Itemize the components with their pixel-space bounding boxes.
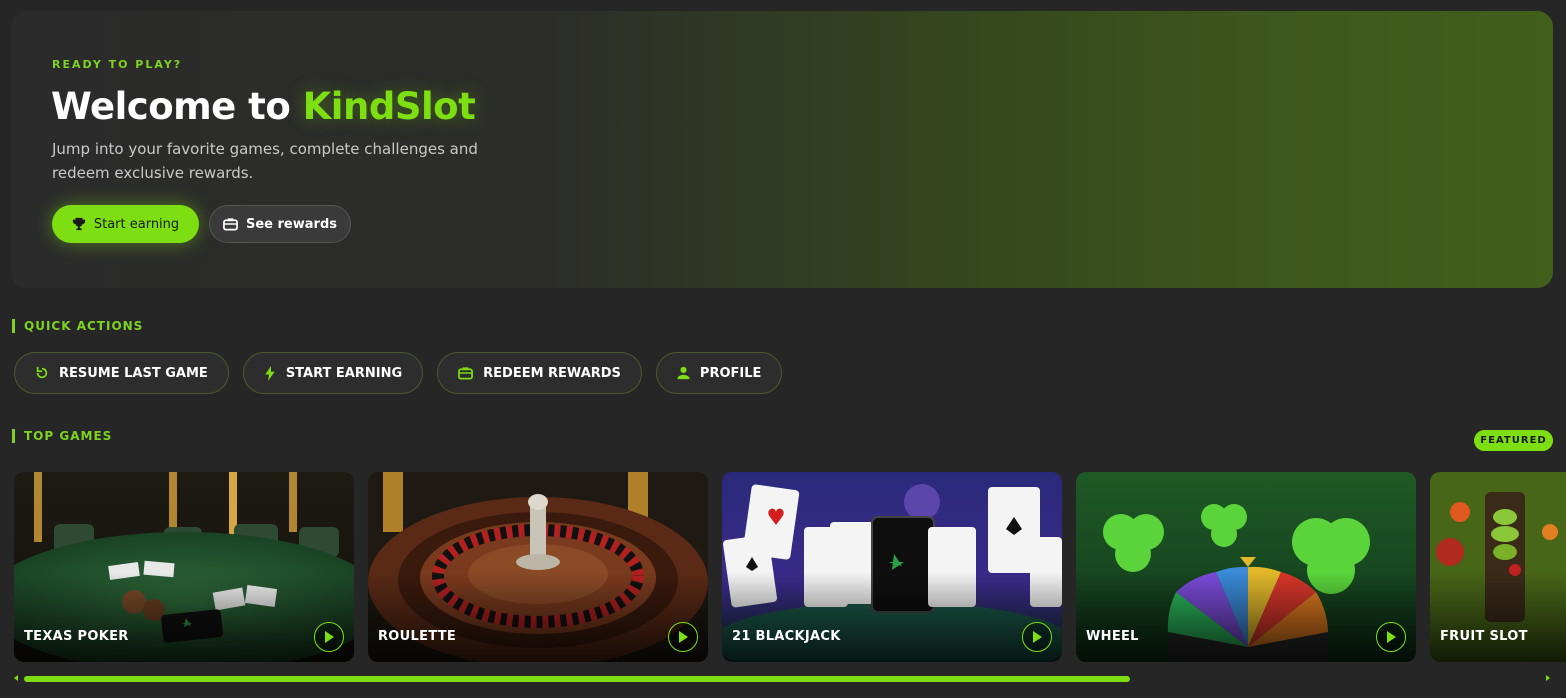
quick-actions-row: RESUME LAST GAME START EARNING REDEEM RE… (14, 352, 783, 394)
game-title: ROULETTE (378, 629, 457, 644)
redeem-rewards-button[interactable]: REDEEM REWARDS (437, 352, 642, 394)
play-icon (325, 631, 334, 643)
game-card-texas-poker[interactable]: TEXAS POKER (14, 472, 354, 662)
user-icon (677, 366, 690, 380)
refresh-icon (36, 366, 48, 379)
redeem-rewards-label: REDEEM REWARDS (483, 365, 621, 381)
resume-last-game-button[interactable]: RESUME LAST GAME (14, 352, 229, 394)
hero-title: Welcome to KindSlot (51, 85, 476, 128)
games-carousel[interactable]: TEXAS POKER ROULETTE 21 BLACKJACK WHEEL … (14, 472, 1566, 662)
scroll-left-arrow-icon[interactable] (14, 675, 18, 681)
scroll-right-arrow-icon[interactable] (1546, 675, 1550, 681)
play-icon (1033, 631, 1042, 643)
game-title: FRUIT SLOT (1440, 629, 1528, 644)
hero-eyebrow: READY TO PLAY? (52, 58, 183, 71)
play-button[interactable] (314, 622, 344, 652)
start-earning-label: Start earning (93, 216, 180, 232)
play-button[interactable] (668, 622, 698, 652)
start-earning-button[interactable]: Start earning (52, 205, 199, 243)
game-card-21-blackjack[interactable]: 21 BLACKJACK (722, 472, 1062, 662)
game-card-fruit-slot[interactable]: FRUIT SLOT (1430, 472, 1566, 662)
start-earning-action-label: START EARNING (285, 365, 403, 381)
game-card-roulette[interactable]: ROULETTE (368, 472, 708, 662)
profile-label: PROFILE (699, 365, 762, 381)
play-icon (1387, 631, 1396, 643)
hero-title-prefix: Welcome to (51, 85, 303, 128)
play-button[interactable] (1022, 622, 1052, 652)
trophy-icon (72, 217, 85, 231)
game-title: WHEEL (1086, 629, 1139, 644)
game-title: TEXAS POKER (24, 629, 129, 644)
games-scrollbar-thumb[interactable] (24, 676, 1130, 682)
start-earning-action-button[interactable]: START EARNING (242, 352, 424, 394)
hero-subtitle: Jump into your favorite games, complete … (52, 140, 478, 182)
top-games-heading: TOP GAMES (12, 429, 112, 443)
game-title: 21 BLACKJACK (732, 629, 841, 644)
game-card-wheel[interactable]: WHEEL (1076, 472, 1416, 662)
quick-actions-heading: QUICK ACTIONS (12, 319, 143, 333)
resume-last-game-label: RESUME LAST GAME (59, 365, 208, 381)
gift-icon (223, 218, 238, 231)
see-rewards-label: See rewards (246, 216, 337, 232)
bolt-icon (265, 365, 275, 381)
hero-banner: READY TO PLAY? Welcome to KindSlot Jump … (11, 11, 1553, 288)
gift-icon (458, 367, 474, 380)
hero-title-brand: KindSlot (302, 85, 476, 128)
featured-badge: FEATURED (1474, 430, 1553, 451)
play-icon (679, 631, 688, 643)
profile-button[interactable]: PROFILE (655, 352, 783, 394)
play-button[interactable] (1376, 622, 1406, 652)
see-rewards-button[interactable]: See rewards (209, 205, 351, 243)
